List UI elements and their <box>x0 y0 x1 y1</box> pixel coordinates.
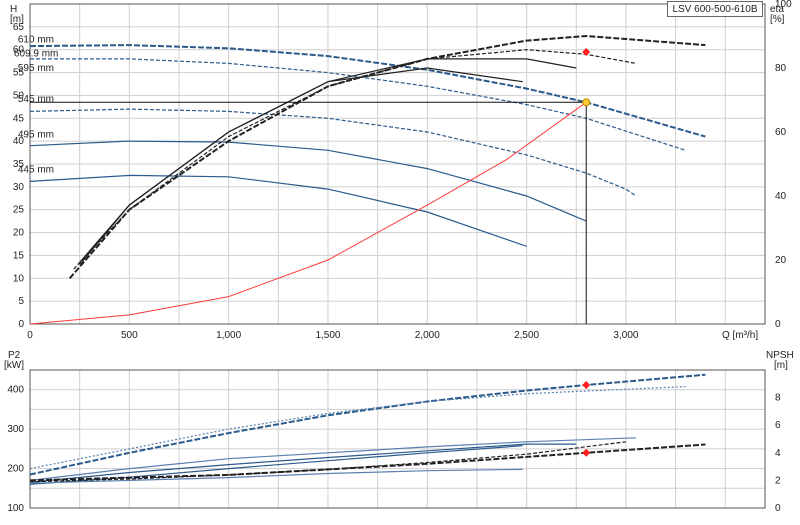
impeller-diameter-label: 610 mm <box>18 35 54 46</box>
head-axis-unit: [m] <box>10 14 24 25</box>
duty-point-head <box>582 98 591 107</box>
flow-tick-label: 1,000 <box>216 330 241 341</box>
duty-point-efficiency <box>582 48 591 56</box>
power-tick-label: 300 <box>7 424 24 435</box>
head-tick-label: 45 <box>13 113 25 124</box>
head-tick-label: 25 <box>13 205 25 216</box>
impeller-diameter-label: 445 mm <box>18 164 54 175</box>
eta-axis-unit: [%] <box>770 14 785 25</box>
flow-tick-label: 1,500 <box>315 330 340 341</box>
impeller-diameter-label: 545 mm <box>18 94 54 105</box>
npsh-tick-label: 4 <box>775 448 781 459</box>
head-tick-label: 5 <box>18 296 24 307</box>
efficiency-curve <box>77 58 577 265</box>
eta-tick-label: 0 <box>775 319 781 330</box>
power-plot-frame <box>29 369 766 509</box>
npsh-tick-label: 6 <box>775 420 781 431</box>
head-curve <box>29 108 637 197</box>
impeller-diameter-label: 609.9 mm <box>14 48 58 59</box>
head-tick-label: 0 <box>18 319 24 330</box>
head-tick-label: 30 <box>13 182 25 193</box>
head-tick-label: 15 <box>13 250 25 261</box>
eta-tick-label: 60 <box>775 127 787 138</box>
impeller-diameter-label: 595 mm <box>18 63 54 74</box>
eta-tick-label: 40 <box>775 191 787 202</box>
impeller-diameter-label: 495 mm <box>18 129 54 140</box>
power-curve <box>29 386 686 470</box>
flow-tick-label: 2,500 <box>514 330 539 341</box>
flow-axis-label: Q [m³/h] <box>722 330 758 341</box>
efficiency-curve <box>79 67 523 265</box>
head-tick-label: 20 <box>13 228 25 239</box>
power-tick-label: 100 <box>7 503 24 514</box>
chart-canvas: 051015202530354045505560650204060801000 5… <box>4 0 794 514</box>
npsh-axis-unit: [m] <box>774 360 788 371</box>
power-tick-label: 200 <box>7 464 24 475</box>
pump-curve-chart: 0 5 10 15 20 25 30 35 40 45 50 55 60 65 0 20 40 60 80 100 0 5… <box>0 0 800 520</box>
flow-tick-label: 3,000 <box>613 330 638 341</box>
system-curve <box>29 101 587 325</box>
efficiency-curve <box>73 49 637 270</box>
npsh-tick-label: 0 <box>775 503 781 514</box>
head-curve <box>29 140 587 222</box>
power-axis-unit: [kW] <box>4 360 24 371</box>
head-tick-label: 10 <box>13 273 25 284</box>
duty-point-power <box>582 380 591 389</box>
flow-tick-label: 2,000 <box>415 330 440 341</box>
head-curve <box>29 44 706 138</box>
eta-tick-label: 80 <box>775 63 787 74</box>
flow-tick-label: 500 <box>121 330 138 341</box>
pump-model-label: LSV 600-500-610B <box>667 1 763 17</box>
power-tick-label: 400 <box>7 385 24 396</box>
npsh-tick-label: 2 <box>775 475 781 486</box>
eta-tick-label: 20 <box>775 255 787 266</box>
npsh-tick-label: 8 <box>775 393 781 404</box>
flow-tick-label: 0 <box>27 330 33 341</box>
duty-point-npsh <box>582 448 591 457</box>
